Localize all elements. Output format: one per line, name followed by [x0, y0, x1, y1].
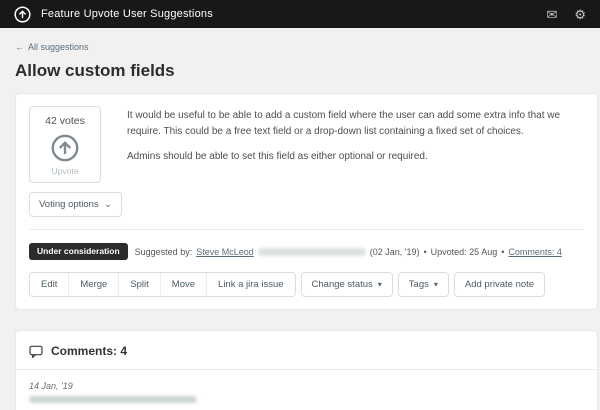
tags-label: Tags — [409, 279, 429, 290]
change-status-label: Change status — [312, 279, 373, 290]
upvoted-date: Upvoted: 25 Aug — [431, 247, 498, 257]
upvote-label: Upvote — [34, 166, 96, 176]
suggestion-actions-group: Edit Merge Split Move Link a jira issue — [29, 272, 296, 297]
feature-upvote-logo-icon[interactable] — [14, 6, 31, 23]
comments-card: Comments: 4 14 Jan, '19 We need to be ab… — [15, 330, 598, 410]
votes-count: 42 votes — [34, 115, 96, 127]
voting-options-label: Voting options — [39, 199, 99, 210]
move-button[interactable]: Move — [161, 273, 207, 296]
chevron-down-icon: ⌄ — [104, 202, 112, 208]
change-status-button[interactable]: Change status ▾ — [301, 272, 393, 297]
suggestion-card-top: 42 votes Upvote Voting options ⌄ It woul… — [29, 106, 584, 217]
add-private-note-button[interactable]: Add private note — [454, 272, 545, 297]
vote-box[interactable]: 42 votes Upvote — [29, 106, 101, 183]
speech-bubble-icon — [29, 345, 43, 358]
redacted-email — [258, 248, 366, 256]
app-title: Feature Upvote User Suggestions — [41, 8, 213, 20]
suggestion-card: 42 votes Upvote Voting options ⌄ It woul… — [15, 93, 598, 310]
tags-button[interactable]: Tags ▾ — [398, 272, 449, 297]
edit-button[interactable]: Edit — [30, 273, 69, 296]
comments-heading-label: Comments: 4 — [51, 344, 127, 358]
back-arrow-icon: ← — [15, 42, 24, 52]
page-title: Allow custom fields — [15, 61, 598, 81]
suggestion-actions-row: Edit Merge Split Move Link a jira issue … — [29, 272, 584, 297]
comment: 14 Jan, '19 We need to be able to collec… — [16, 370, 597, 410]
top-bar-actions: ✉ ⚙ — [546, 8, 586, 21]
card-divider — [29, 229, 584, 230]
comments-count-link[interactable]: Comments: 4 — [508, 247, 562, 257]
page-content: ← All suggestions Allow custom fields 42… — [0, 28, 600, 410]
voting-options-button[interactable]: Voting options ⌄ — [29, 192, 122, 217]
split-button[interactable]: Split — [119, 273, 160, 296]
top-bar: Feature Upvote User Suggestions ✉ ⚙ — [0, 0, 600, 28]
upvote-arrow-icon[interactable] — [50, 133, 80, 163]
suggested-by-label: Suggested by: — [135, 247, 193, 257]
meta-separator: • — [501, 247, 504, 257]
gear-icon[interactable]: ⚙ — [574, 8, 586, 21]
merge-button[interactable]: Merge — [69, 273, 119, 296]
suggestion-description: It would be useful to be able to add a c… — [127, 106, 584, 217]
comment-date: 14 Jan, '19 — [29, 381, 584, 391]
description-paragraph: Admins should be able to set this field … — [127, 149, 584, 165]
caret-down-icon: ▾ — [434, 280, 438, 289]
top-bar-brand: Feature Upvote User Suggestions — [14, 6, 213, 23]
link-jira-issue-button[interactable]: Link a jira issue — [207, 273, 294, 296]
comments-heading: Comments: 4 — [16, 331, 597, 369]
inbox-icon[interactable]: ✉ — [546, 8, 557, 21]
redacted-commenter-email — [29, 396, 197, 403]
suggestion-date: (02 Jan, '19) — [370, 247, 420, 257]
back-to-all-suggestions-link[interactable]: ← All suggestions — [15, 42, 89, 52]
suggestion-meta: Suggested by: Steve McLeod (02 Jan, '19)… — [135, 247, 562, 257]
back-link-label: All suggestions — [28, 42, 89, 52]
suggested-by-link[interactable]: Steve McLeod — [196, 247, 254, 257]
caret-down-icon: ▾ — [378, 280, 382, 289]
status-row: Under consideration Suggested by: Steve … — [29, 243, 584, 260]
meta-separator: • — [424, 247, 427, 257]
status-badge: Under consideration — [29, 243, 128, 260]
description-paragraph: It would be useful to be able to add a c… — [127, 108, 584, 139]
vote-column: 42 votes Upvote Voting options ⌄ — [29, 106, 117, 217]
